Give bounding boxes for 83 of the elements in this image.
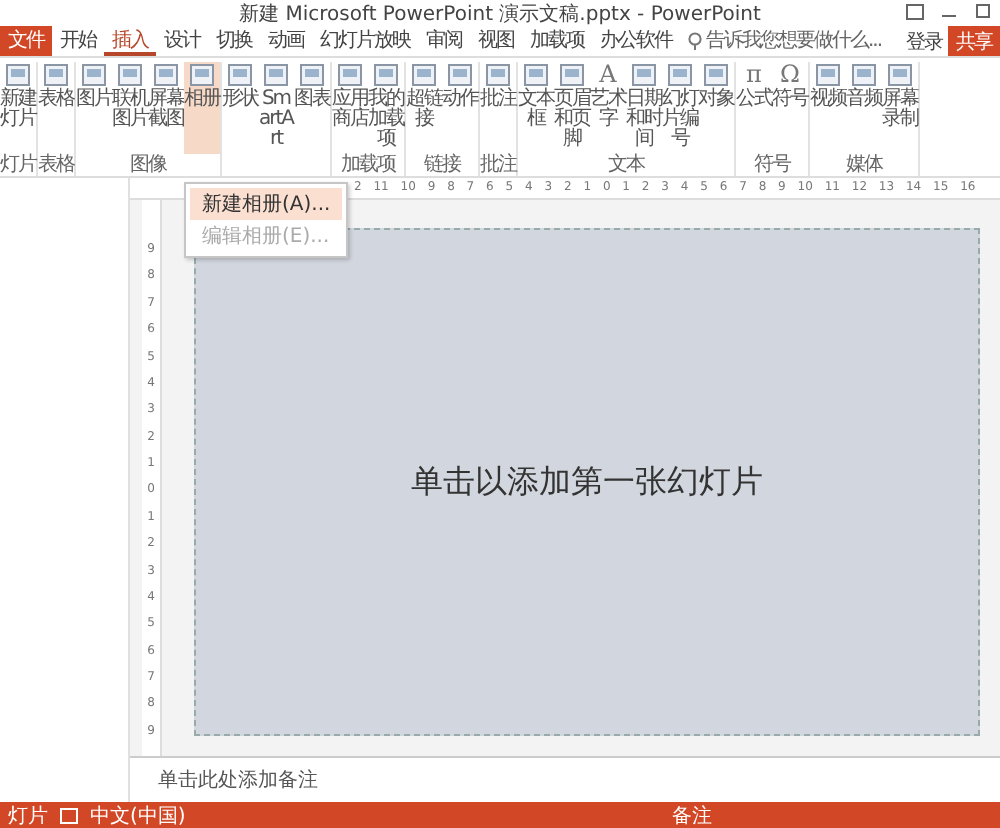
image-icon [82,64,106,86]
image-icon [448,64,472,86]
ribbon-tab[interactable]: 开始 [52,26,104,56]
ribbon-button[interactable]: 我的加载项 [368,62,404,154]
document-icon[interactable] [60,807,78,823]
tell-me-field[interactable]: 告诉我您想要做什么... [688,26,898,56]
image-icon [228,64,252,86]
ribbon-button[interactable]: 图片 [76,62,112,154]
ribbon-tab[interactable]: 文件 [0,26,52,56]
image-icon [44,64,68,86]
ribbon-button[interactable]: 表格 [38,62,74,154]
ribbon-button[interactable]: π 公式 [736,62,772,154]
window-title: 新建 Microsoft PowerPoint 演示文稿.pptx - PowerPoint [239,1,761,27]
ribbon-display-icon[interactable] [906,4,924,20]
image-icon [118,64,142,86]
image-icon [852,64,876,86]
menu-item[interactable]: 新建相册(A)... [190,188,343,220]
ribbon-button[interactable]: A 艺术字 [590,62,626,154]
image-icon [704,64,728,86]
group-label: 链接 [424,154,460,176]
ribbon-tab[interactable]: 设计 [156,26,208,56]
group-label: 图像 [130,154,166,176]
ribbon-button[interactable]: 联机图片 [112,62,148,154]
ribbon-button[interactable]: 动作 [442,62,478,154]
ribbon-button[interactable]: 幻灯片编号 [662,62,698,154]
image-icon [560,64,584,86]
ribbon-tab[interactable]: 办公软件 [592,26,680,56]
ribbon-button[interactable]: 相册 [184,62,220,154]
ribbon-tab[interactable]: 动画 [260,26,312,56]
glyph-icon: A [599,64,617,86]
notes-placeholder[interactable]: 单击此处添加备注 [158,766,318,794]
group-label: 批注 [480,154,516,176]
slide-status: 灯片 [8,803,48,828]
image-icon [154,64,178,86]
ribbon-tab[interactable]: 幻灯片放映 [312,26,418,56]
glyph-icon: Ω [780,64,800,86]
sign-in-link[interactable]: 登录 [906,27,942,55]
ribbon-button[interactable]: 视频 [810,62,846,154]
image-icon [632,64,656,86]
ribbon-button[interactable]: 屏幕截图 [148,62,184,154]
ribbon-button[interactable]: 新建灯片 [0,62,36,154]
image-icon [6,64,30,86]
notes-button[interactable]: 备注 [672,801,712,828]
image-icon [264,64,288,86]
group-label: 文本 [608,154,644,176]
ribbon-button[interactable]: 批注 [480,62,516,154]
image-icon [486,64,510,86]
image-icon [524,64,548,86]
ribbon-tab[interactable]: 视图 [470,26,522,56]
image-icon [888,64,912,86]
image-icon [338,64,362,86]
maximize-icon[interactable] [974,4,992,20]
language-status[interactable]: 中文(中国) [90,801,186,828]
ribbon-button[interactable]: 日期和时间 [626,62,662,154]
ribbon-tab[interactable]: 切换 [208,26,260,56]
ribbon-button[interactable]: SmartArt [258,62,294,154]
group-label: 灯片 [0,154,36,176]
image-icon [412,64,436,86]
ribbon-button[interactable]: 超链接 [406,62,442,154]
ribbon-button[interactable]: 文本框 [518,62,554,154]
lightbulb-icon [688,32,702,50]
ribbon-tab[interactable]: 审阅 [418,26,470,56]
ribbon-button[interactable]: Ω 符号 [772,62,808,154]
group-label: 表格 [38,154,74,176]
ribbon-button[interactable]: 应用商店 [332,62,368,154]
ribbon-button[interactable]: 音频 [846,62,882,154]
ribbon-button[interactable]: 屏幕录制 [882,62,918,154]
glyph-icon: π [746,64,762,86]
ribbon-button[interactable]: 图表 [294,62,330,154]
group-label: 加载项 [341,154,395,176]
group-label: 媒体 [846,154,882,176]
slide-title-placeholder[interactable]: 单击以添加第一张幻灯片 [411,461,763,503]
image-icon [374,64,398,86]
ribbon-button[interactable]: 对象 [698,62,734,154]
image-icon [668,64,692,86]
ribbon-button[interactable]: 形状 [222,62,258,154]
image-icon [300,64,324,86]
image-icon [190,64,214,86]
ribbon-button[interactable]: 页眉和页脚 [554,62,590,154]
group-label: 符号 [754,154,790,176]
image-icon [816,64,840,86]
ribbon-tab[interactable]: 加载项 [522,26,592,56]
share-button[interactable]: 共享 [948,26,1000,56]
